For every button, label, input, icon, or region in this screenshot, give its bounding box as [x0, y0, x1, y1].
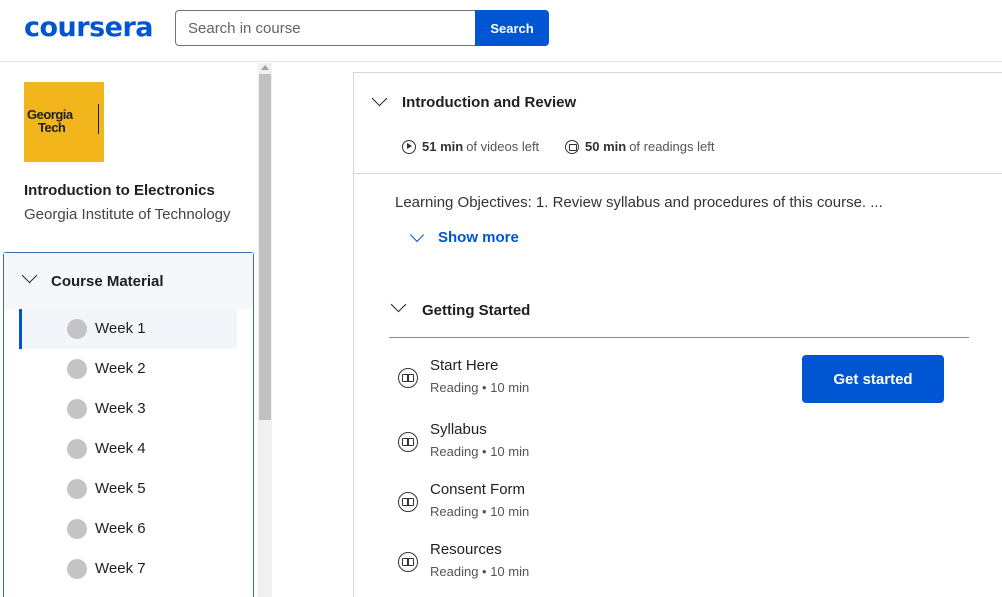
sidebar-item-week-4[interactable]: Week 4	[19, 429, 237, 469]
list-item[interactable]: Syllabus Reading • 10 min	[398, 421, 958, 465]
reading-icon	[398, 492, 418, 512]
module-card: Introduction and Review 51 min of videos…	[353, 72, 1002, 597]
item-meta: Reading • 10 min	[430, 444, 530, 459]
progress-circle-icon	[67, 319, 87, 339]
sidebar-item-week-7[interactable]: Week 7	[19, 549, 237, 589]
list-item[interactable]: Resources Reading • 10 min	[398, 541, 958, 585]
module-title: Introduction and Review	[402, 94, 577, 111]
item-meta: Reading • 10 min	[430, 564, 530, 579]
item-name[interactable]: Syllabus	[430, 421, 487, 438]
week-label: Week 5	[95, 480, 146, 497]
course-material-header[interactable]: Course Material	[4, 253, 253, 309]
sidebar-item-week-5[interactable]: Week 5	[19, 469, 237, 509]
learning-objectives: Learning Objectives: 1. Review syllabus …	[395, 194, 883, 211]
get-started-button[interactable]: Get started	[802, 355, 944, 403]
coursera-logo[interactable]: coursera	[24, 12, 154, 43]
sidebar-item-week-2[interactable]: Week 2	[19, 349, 237, 389]
play-icon	[402, 139, 416, 154]
logo-bar	[98, 104, 99, 134]
week-label: Week 4	[95, 440, 146, 457]
chevron-down-icon	[409, 227, 425, 242]
videos-time: 51 min	[422, 139, 464, 154]
chevron-down-icon	[21, 267, 38, 284]
module-header[interactable]: Introduction and Review 51 min of videos…	[354, 73, 1002, 174]
reading-icon	[398, 432, 418, 452]
sidebar-item-week-6[interactable]: Week 6	[19, 509, 237, 549]
georgia-tech-logo: Georgia Tech	[24, 82, 104, 162]
section-header[interactable]: Getting Started	[389, 295, 969, 338]
list-item[interactable]: Consent Form Reading • 10 min	[398, 481, 958, 525]
sidebar: Georgia Tech Introduction to Electronics…	[0, 63, 258, 597]
progress-circle-icon	[67, 559, 87, 579]
scroll-thumb[interactable]	[259, 74, 271, 420]
top-header: coursera Search	[0, 0, 1002, 62]
sidebar-item-week-3[interactable]: Week 3	[19, 389, 237, 429]
progress-circle-icon	[67, 479, 87, 499]
week-label: Week 6	[95, 520, 146, 537]
logo-line-2: Tech	[38, 120, 66, 135]
reading-icon	[398, 552, 418, 572]
item-name[interactable]: Consent Form	[430, 481, 525, 498]
readings-time: 50 min	[585, 139, 627, 154]
progress-circle-icon	[67, 439, 87, 459]
readings-suffix: of readings left	[629, 139, 715, 154]
item-meta: Reading • 10 min	[430, 380, 530, 395]
course-org: Georgia Institute of Technology	[24, 206, 231, 223]
scroll-up-arrow-icon[interactable]	[261, 65, 269, 70]
week-label: Week 3	[95, 400, 146, 417]
sidebar-item-week-1[interactable]: Week 1	[19, 309, 237, 349]
course-title: Introduction to Electronics	[24, 182, 215, 199]
item-meta: Reading • 10 min	[430, 504, 530, 519]
search-button[interactable]: Search	[475, 10, 549, 46]
course-material-panel: Course Material Week 1 Week 2 Week 3 Wee…	[3, 252, 254, 597]
week-label: Week 7	[95, 560, 146, 577]
progress-circle-icon	[67, 359, 87, 379]
week-label: Week 2	[95, 360, 146, 377]
chevron-down-icon	[371, 90, 388, 107]
chevron-down-icon	[390, 296, 407, 313]
item-name[interactable]: Start Here	[430, 357, 498, 374]
book-icon	[565, 139, 579, 154]
item-name[interactable]: Resources	[430, 541, 502, 558]
readings-left: 50 min of readings left	[565, 139, 714, 154]
show-more-button[interactable]: Show more	[409, 227, 519, 246]
show-more-label: Show more	[438, 229, 519, 246]
search-input[interactable]	[175, 10, 475, 46]
videos-left: 51 min of videos left	[402, 139, 539, 154]
progress-circle-icon	[67, 399, 87, 419]
course-material-title: Course Material	[51, 273, 164, 290]
videos-suffix: of videos left	[466, 139, 540, 154]
week-label: Week 1	[95, 320, 146, 337]
reading-icon	[398, 368, 418, 388]
progress-circle-icon	[67, 519, 87, 539]
section-title: Getting Started	[422, 302, 531, 319]
sidebar-scrollbar[interactable]	[258, 63, 272, 597]
